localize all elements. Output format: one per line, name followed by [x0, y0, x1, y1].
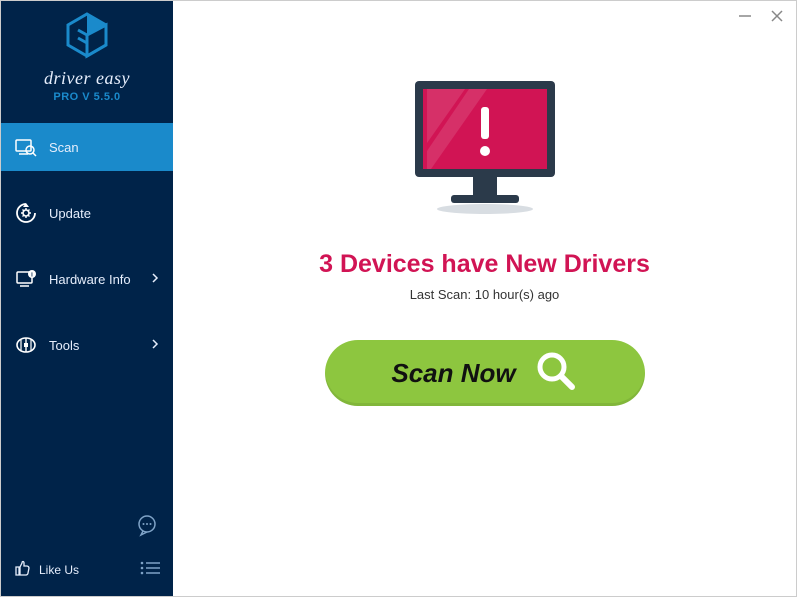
sidebar: driver easy PRO V 5.5.0 Scan — [1, 1, 173, 596]
app-logo-icon — [64, 11, 110, 64]
scan-now-label: Scan Now — [391, 358, 515, 389]
thumbs-up-icon — [13, 559, 31, 580]
scan-now-button[interactable]: Scan Now — [325, 340, 645, 406]
hardware-info-icon: i — [15, 268, 37, 290]
sidebar-item-hardware-info[interactable]: i Hardware Info — [1, 255, 173, 303]
like-us-label: Like Us — [39, 563, 79, 577]
minimize-button[interactable] — [736, 7, 754, 25]
sidebar-footer: Like Us — [1, 551, 173, 596]
chevron-right-icon — [151, 338, 159, 353]
sidebar-item-label: Hardware Info — [49, 272, 131, 287]
chevron-right-icon — [151, 272, 159, 287]
sidebar-item-label: Tools — [49, 338, 79, 353]
sidebar-item-label: Update — [49, 206, 91, 221]
status-illustration — [405, 73, 565, 228]
tools-icon — [15, 334, 37, 356]
sidebar-item-update[interactable]: Update — [1, 189, 173, 237]
titlebar-controls — [736, 7, 786, 25]
feedback-button[interactable] — [135, 513, 159, 540]
sidebar-item-scan[interactable]: Scan — [1, 123, 173, 171]
update-icon — [15, 202, 37, 224]
sidebar-item-label: Scan — [49, 140, 79, 155]
sidebar-item-tools[interactable]: Tools — [1, 321, 173, 369]
magnify-icon — [534, 349, 578, 398]
menu-button[interactable] — [139, 560, 161, 579]
like-us-button[interactable]: Like Us — [13, 559, 79, 580]
app-version: PRO V 5.5.0 — [53, 91, 120, 103]
logo-area: driver easy PRO V 5.5.0 — [1, 1, 173, 109]
scan-icon — [15, 136, 37, 158]
sidebar-nav: Scan Update — [1, 123, 173, 387]
status-text: 3 Devices have New Drivers — [319, 250, 650, 279]
last-scan-text: Last Scan: 10 hour(s) ago — [410, 287, 560, 302]
main-content: 3 Devices have New Drivers Last Scan: 10… — [173, 1, 796, 596]
app-title: driver easy — [44, 68, 130, 89]
app-window: driver easy PRO V 5.5.0 Scan — [1, 1, 796, 596]
close-button[interactable] — [768, 7, 786, 25]
monitor-alert-icon — [405, 73, 565, 228]
